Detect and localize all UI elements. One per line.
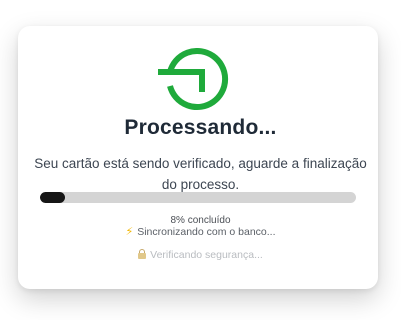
status-step-text: Verificando segurança... bbox=[150, 249, 263, 261]
lock-icon bbox=[138, 249, 147, 259]
progress-bar bbox=[40, 192, 356, 203]
lightning-bolt-icon: ⚡ bbox=[125, 226, 134, 238]
processing-message: Seu cartão está sendo verificado, aguard… bbox=[34, 156, 367, 192]
status-step-sync: ⚡ Sincronizando com o banco... bbox=[0, 225, 401, 238]
status-step-text: Sincronizando com o banco... bbox=[137, 226, 276, 238]
status-step-security: Verificando segurança... bbox=[0, 249, 401, 261]
payment-processing-logo-icon bbox=[158, 48, 229, 110]
processing-title: Processando... bbox=[124, 116, 277, 139]
progress-bar-fill bbox=[40, 192, 66, 203]
